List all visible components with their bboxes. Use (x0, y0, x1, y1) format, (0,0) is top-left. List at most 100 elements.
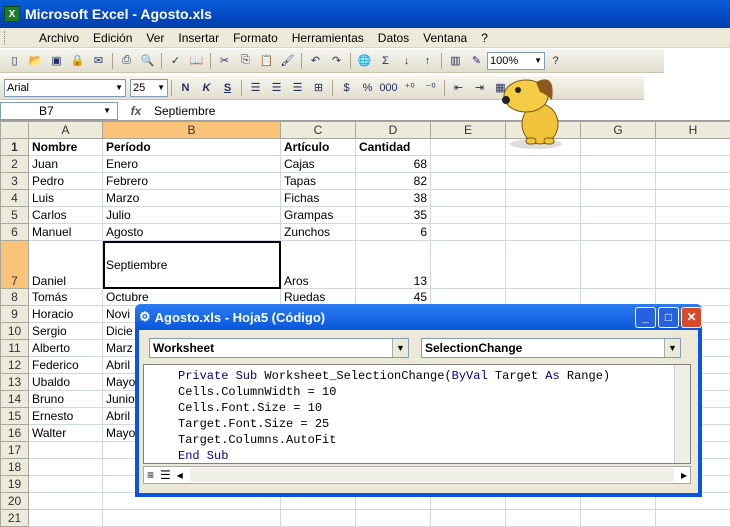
column-header-c[interactable]: C (281, 122, 356, 139)
cell[interactable] (506, 190, 581, 207)
cell[interactable]: 82 (356, 173, 431, 190)
cell[interactable] (281, 510, 356, 527)
cell[interactable]: Pedro (29, 173, 103, 190)
cell[interactable] (506, 207, 581, 224)
cell[interactable] (506, 156, 581, 173)
scroll-left-icon[interactable]: ◂ (174, 468, 186, 482)
cell[interactable] (431, 241, 506, 289)
hyperlink-icon[interactable]: 🌐 (355, 51, 374, 70)
thousands-icon[interactable]: 000 (379, 78, 398, 97)
cell[interactable]: Marzo (103, 190, 281, 207)
cell[interactable] (581, 173, 656, 190)
row-header[interactable]: 19 (1, 476, 29, 493)
cell[interactable]: Walter (29, 425, 103, 442)
print-icon[interactable]: ⎙ (117, 51, 136, 70)
redo-icon[interactable]: ↷ (327, 51, 346, 70)
cell[interactable] (506, 173, 581, 190)
increase-decimal-icon[interactable]: ⁺⁰ (400, 78, 419, 97)
permission-icon[interactable]: 🔒 (68, 51, 87, 70)
cell[interactable] (506, 224, 581, 241)
undo-icon[interactable]: ↶ (306, 51, 325, 70)
cell[interactable]: Carlos (29, 207, 103, 224)
excel-doc-icon[interactable] (14, 31, 28, 45)
outdent-icon[interactable]: ⇥ (470, 78, 489, 97)
percent-icon[interactable]: % (358, 78, 377, 97)
row-header[interactable]: 18 (1, 459, 29, 476)
close-button[interactable]: ✕ (681, 307, 702, 328)
row-header[interactable]: 21 (1, 510, 29, 527)
cell[interactable] (506, 510, 581, 527)
row-header[interactable]: 1 (1, 139, 29, 156)
cell[interactable]: Sergio (29, 323, 103, 340)
cell[interactable]: Cantidad (356, 139, 431, 156)
cell[interactable] (656, 510, 730, 527)
scroll-right-icon[interactable]: ▸ (678, 468, 690, 482)
select-all-corner[interactable] (1, 122, 29, 139)
cell[interactable] (506, 241, 581, 289)
cell[interactable]: Artículo (281, 139, 356, 156)
cell[interactable] (431, 156, 506, 173)
row-header[interactable]: 13 (1, 374, 29, 391)
indent-icon[interactable]: ⇤ (449, 78, 468, 97)
menu-archivo[interactable]: Archivo (32, 31, 86, 45)
cell[interactable] (431, 224, 506, 241)
cell[interactable]: Tomás (29, 289, 103, 306)
active-cell[interactable]: Septiembre (103, 241, 281, 289)
copy-icon[interactable]: ⎘ (236, 51, 255, 70)
cell[interactable]: Grampas (281, 207, 356, 224)
spelling-icon[interactable]: ✓ (166, 51, 185, 70)
column-header-d[interactable]: D (356, 122, 431, 139)
cell[interactable]: Federico (29, 357, 103, 374)
menu-herramientas[interactable]: Herramientas (285, 31, 371, 45)
row-header[interactable]: 20 (1, 493, 29, 510)
cell[interactable]: 38 (356, 190, 431, 207)
cell[interactable] (581, 289, 656, 306)
column-header-b[interactable]: B (103, 122, 281, 139)
cell[interactable] (29, 493, 103, 510)
cell[interactable] (656, 173, 730, 190)
sort-desc-icon[interactable]: ↑ (418, 51, 437, 70)
research-icon[interactable]: 📖 (187, 51, 206, 70)
minimize-button[interactable]: _ (635, 307, 656, 328)
cell[interactable]: Julio (103, 207, 281, 224)
cell[interactable] (581, 190, 656, 207)
cell[interactable]: Ubaldo (29, 374, 103, 391)
chart-icon[interactable]: ▥ (446, 51, 465, 70)
new-icon[interactable]: ▯ (5, 51, 24, 70)
column-header-a[interactable]: A (29, 122, 103, 139)
cell[interactable]: Zunchos (281, 224, 356, 241)
cell[interactable] (506, 289, 581, 306)
row-header[interactable]: 16 (1, 425, 29, 442)
cell[interactable] (29, 442, 103, 459)
row-header[interactable]: 11 (1, 340, 29, 357)
row-header[interactable]: 6 (1, 224, 29, 241)
save-icon[interactable]: ▣ (47, 51, 66, 70)
row-header[interactable]: 2 (1, 156, 29, 173)
menu-ventana[interactable]: Ventana (416, 31, 474, 45)
menu-edicion[interactable]: Edición (86, 31, 139, 45)
vertical-scrollbar[interactable] (674, 365, 690, 463)
cell[interactable]: Fichas (281, 190, 356, 207)
open-icon[interactable]: 📂 (26, 51, 45, 70)
row-header[interactable]: 10 (1, 323, 29, 340)
merge-center-icon[interactable]: ⊞ (309, 78, 328, 97)
cell[interactable]: Cajas (281, 156, 356, 173)
menu-datos[interactable]: Datos (371, 31, 416, 45)
cell[interactable]: Tapas (281, 173, 356, 190)
cell[interactable] (431, 510, 506, 527)
bold-icon[interactable]: N (176, 78, 195, 97)
cell[interactable] (581, 241, 656, 289)
cell[interactable]: Febrero (103, 173, 281, 190)
cell[interactable]: 68 (356, 156, 431, 173)
row-header[interactable]: 14 (1, 391, 29, 408)
cell[interactable] (656, 207, 730, 224)
column-header-e[interactable]: E (431, 122, 506, 139)
preview-icon[interactable]: 🔍 (138, 51, 157, 70)
cell[interactable]: Juan (29, 156, 103, 173)
decrease-decimal-icon[interactable]: ⁻⁰ (421, 78, 440, 97)
name-box[interactable]: B7▼ (0, 102, 118, 120)
sort-asc-icon[interactable]: ↓ (397, 51, 416, 70)
cell[interactable]: Manuel (29, 224, 103, 241)
cell[interactable]: Octubre (103, 289, 281, 306)
menu-ver[interactable]: Ver (139, 31, 171, 45)
